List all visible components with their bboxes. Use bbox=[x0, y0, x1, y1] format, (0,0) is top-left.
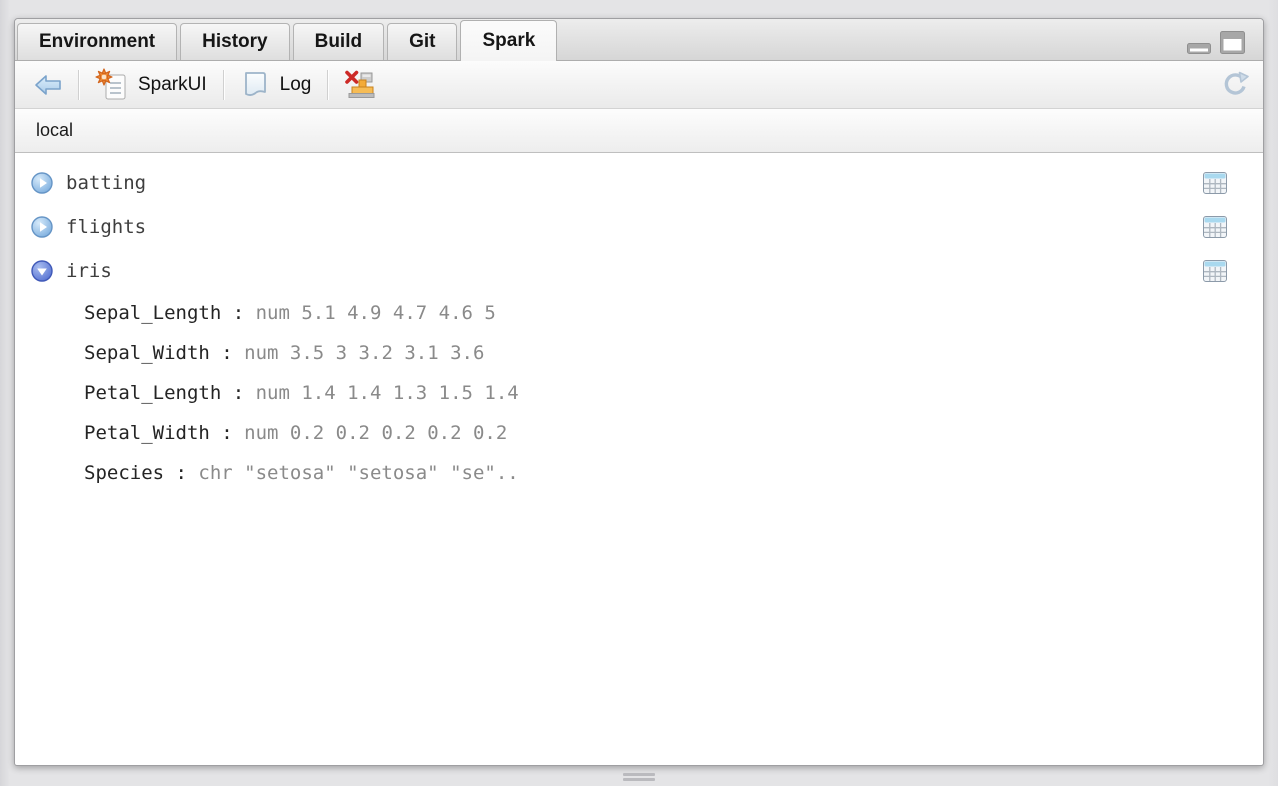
disconnect-icon bbox=[344, 70, 376, 100]
spark-table-list: batting bbox=[15, 153, 1263, 765]
column-row: Species : chr "setosa" "setosa" "se".. bbox=[15, 453, 1263, 493]
column-name: Petal_Width bbox=[84, 422, 210, 444]
log-button-label: Log bbox=[280, 74, 312, 96]
connection-scope-label: local bbox=[36, 120, 73, 141]
connection-scope-bar: local bbox=[15, 109, 1263, 153]
column-name: Sepal_Length bbox=[84, 302, 221, 324]
table-row-iris[interactable]: iris bbox=[15, 249, 1263, 293]
refresh-button[interactable] bbox=[1221, 71, 1249, 99]
pane-splitter-handle[interactable] bbox=[0, 768, 1278, 786]
pane-window-controls bbox=[1187, 31, 1245, 54]
maximize-pane-icon[interactable] bbox=[1220, 31, 1245, 54]
pane-tab-bar: Environment History Build Git Spark bbox=[15, 19, 1263, 61]
tab-git[interactable]: Git bbox=[387, 23, 457, 60]
column-row: Sepal_Length : num 5.1 4.9 4.7 4.6 5 bbox=[15, 293, 1263, 333]
log-button[interactable]: Log bbox=[233, 66, 319, 103]
table-row-batting[interactable]: batting bbox=[15, 161, 1263, 205]
toolbar-separator bbox=[78, 70, 79, 100]
tab-label: Environment bbox=[39, 31, 155, 52]
toolbar-separator bbox=[327, 70, 328, 100]
tab-list: Environment History Build Git Spark bbox=[17, 20, 560, 60]
minimize-pane-icon[interactable] bbox=[1187, 43, 1211, 54]
log-document-icon bbox=[240, 69, 271, 100]
expander-icon[interactable] bbox=[31, 172, 53, 194]
back-button[interactable] bbox=[27, 71, 69, 99]
column-name: Species bbox=[84, 462, 164, 484]
column-summary: num 1.4 1.4 1.3 1.5 1.4 bbox=[256, 382, 519, 404]
column-row: Petal_Width : num 0.2 0.2 0.2 0.2 0.2 bbox=[15, 413, 1263, 453]
table-name: iris bbox=[66, 260, 112, 282]
spark-toolbar: SparkUI Log bbox=[15, 61, 1263, 109]
column-name: Petal_Length bbox=[84, 382, 221, 404]
column-summary: chr "setosa" "setosa" "se".. bbox=[198, 462, 518, 484]
column-summary: num 3.5 3 3.2 3.1 3.6 bbox=[244, 342, 484, 364]
table-entry: flights bbox=[15, 205, 1263, 249]
sparkui-button[interactable]: SparkUI bbox=[88, 65, 214, 105]
expander-icon[interactable] bbox=[31, 216, 53, 238]
table-entry: batting bbox=[15, 161, 1263, 205]
column-summary: num 0.2 0.2 0.2 0.2 0.2 bbox=[244, 422, 507, 444]
tab-label: Git bbox=[409, 31, 435, 52]
expander-icon[interactable] bbox=[31, 260, 53, 282]
toolbar-separator bbox=[223, 70, 224, 100]
tab-label: Build bbox=[315, 31, 363, 52]
column-separator: : bbox=[210, 342, 244, 364]
tab-environment[interactable]: Environment bbox=[17, 23, 177, 60]
splitter-grip-line bbox=[623, 778, 655, 781]
disconnect-button[interactable] bbox=[337, 67, 383, 103]
spark-pane: Environment History Build Git Spark bbox=[14, 18, 1264, 766]
column-separator: : bbox=[210, 422, 244, 444]
tab-label: Spark bbox=[482, 30, 535, 51]
splitter-grip-line bbox=[623, 773, 655, 776]
column-name: Sepal_Width bbox=[84, 342, 210, 364]
column-separator: : bbox=[221, 382, 255, 404]
refresh-icon bbox=[1221, 71, 1249, 99]
rstudio-quadrant: Environment History Build Git Spark bbox=[0, 0, 1278, 786]
column-separator: : bbox=[221, 302, 255, 324]
view-table-icon[interactable] bbox=[1203, 260, 1227, 282]
table-columns: Sepal_Length : num 5.1 4.9 4.7 4.6 5 Sep… bbox=[15, 293, 1263, 493]
column-row: Petal_Length : num 1.4 1.4 1.3 1.5 1.4 bbox=[15, 373, 1263, 413]
table-entry: iris Sepal_Length : num 5.1 4.9 4.7 4.6 … bbox=[15, 249, 1263, 493]
column-separator: : bbox=[164, 462, 198, 484]
column-summary: num 5.1 4.9 4.7 4.6 5 bbox=[256, 302, 496, 324]
tab-spark[interactable]: Spark bbox=[460, 20, 557, 61]
view-table-icon[interactable] bbox=[1203, 172, 1227, 194]
view-table-icon[interactable] bbox=[1203, 216, 1227, 238]
sparkui-document-star-icon bbox=[95, 68, 129, 102]
tab-label: History bbox=[202, 31, 267, 52]
back-arrow-icon bbox=[34, 74, 62, 96]
table-name: flights bbox=[66, 216, 146, 238]
table-row-flights[interactable]: flights bbox=[15, 205, 1263, 249]
tab-build[interactable]: Build bbox=[293, 23, 385, 60]
column-row: Sepal_Width : num 3.5 3 3.2 3.1 3.6 bbox=[15, 333, 1263, 373]
sparkui-button-label: SparkUI bbox=[138, 74, 207, 96]
tab-history[interactable]: History bbox=[180, 23, 289, 60]
table-name: batting bbox=[66, 172, 146, 194]
